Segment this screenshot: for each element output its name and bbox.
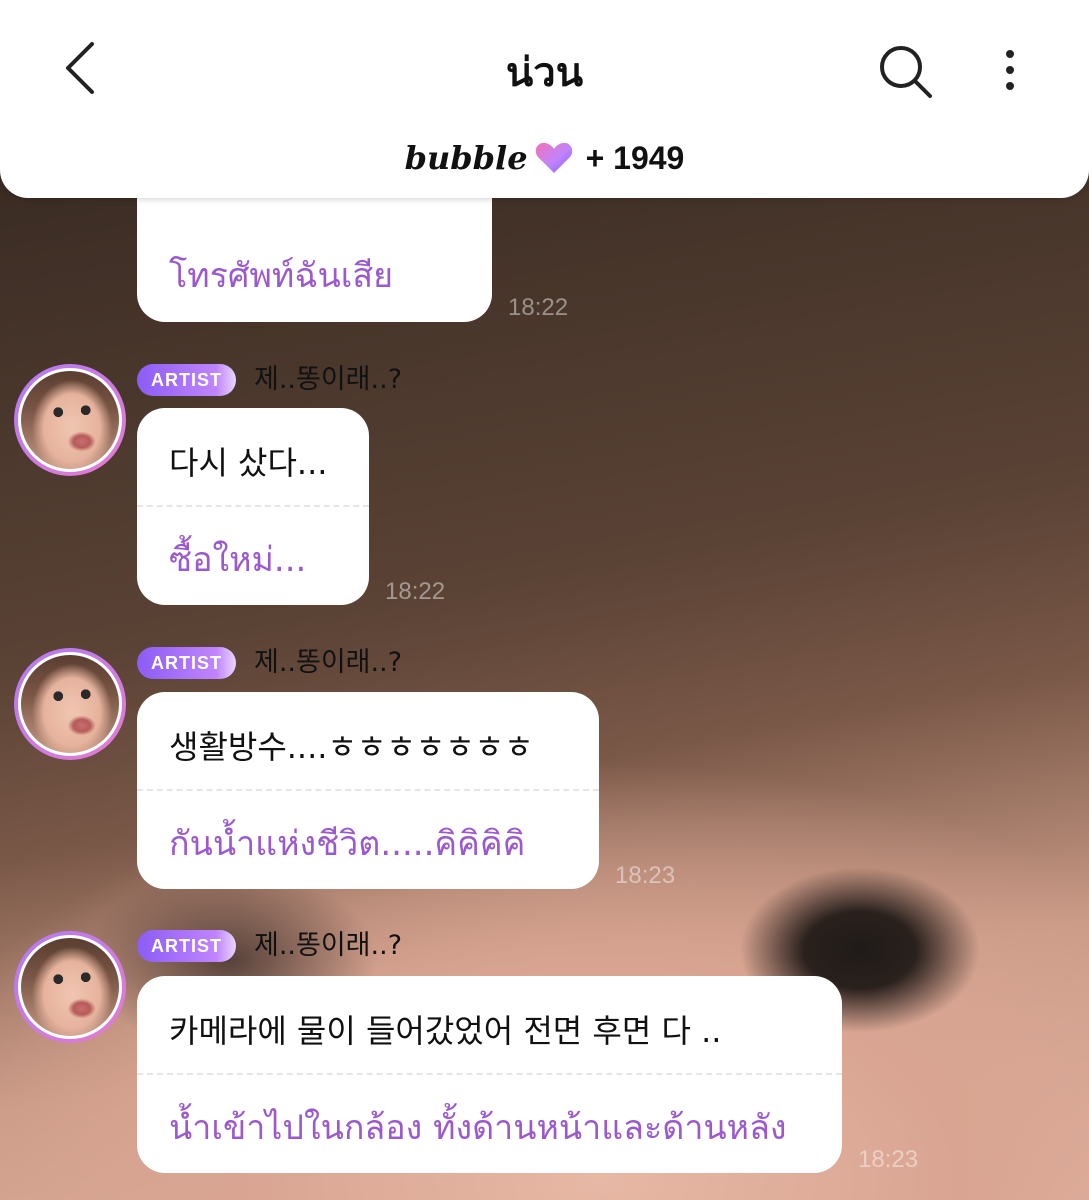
bubble-logo: bubble: [404, 139, 528, 177]
artist-avatar[interactable]: [14, 931, 126, 1043]
message-translation: น้ำเข้าไปในกล้อง ทั้งด้านหน้าและด้านหลัง: [169, 1108, 787, 1148]
artist-name: 제..똥이래..?: [254, 930, 403, 961]
artist-badge: ARTIST: [137, 930, 236, 962]
message-original: 생활방수....ㅎㅎㅎㅎㅎㅎㅎ: [169, 728, 534, 766]
message-bubble[interactable]: 다시 샀다... ซื้อใหม่...: [137, 408, 369, 605]
message-time: 18:22: [508, 294, 569, 321]
avatar-photo: [18, 935, 122, 1039]
message-bubble[interactable]: 카메라에 물이 들어갔었어 전면 후면 다 .. น้ำเข้าไปในกล้อ…: [137, 976, 842, 1173]
message-time: 18:22: [385, 578, 446, 605]
message-translation: กันน้ำแห่งชีวิต.....คิคิคิคิ: [169, 824, 526, 864]
message-divider: [137, 1073, 842, 1075]
search-icon: [880, 46, 932, 98]
avatar-photo: [18, 652, 122, 756]
chat-header: น่วน bubble + 1949: [0, 0, 1089, 198]
more-options-button[interactable]: [990, 42, 1030, 102]
message-original: 카메라에 물이 들어갔었어 전면 후면 다 ..: [169, 1012, 722, 1050]
avatar-photo: [18, 368, 122, 472]
artist-avatar[interactable]: [14, 648, 126, 760]
bubble-subscription-bar[interactable]: bubble + 1949: [0, 136, 1089, 180]
artist-badge: ARTIST: [137, 364, 236, 396]
subscription-count: + 1949: [585, 140, 685, 176]
message-translation: ซื้อใหม่...: [169, 540, 307, 580]
message-time: 18:23: [615, 862, 676, 889]
artist-name: 제..똥이래..?: [254, 647, 403, 678]
message-translation: โทรศัพท์ฉันเสีย: [169, 256, 394, 296]
kebab-menu-icon: [1006, 50, 1014, 90]
message-bubble[interactable]: 생활방수....ㅎㅎㅎㅎㅎㅎㅎ กันน้ำแห่งชีวิต.....คิคิ…: [137, 692, 599, 889]
artist-badge: ARTIST: [137, 647, 236, 679]
heart-icon: [535, 142, 572, 173]
message-time: 18:23: [858, 1146, 919, 1173]
message-divider: [137, 505, 369, 507]
message-divider: [137, 789, 599, 791]
message-original: 다시 샀다...: [169, 444, 328, 482]
artist-name: 제..똥이래..?: [254, 364, 403, 395]
artist-avatar[interactable]: [14, 364, 126, 476]
search-button[interactable]: [876, 42, 936, 102]
